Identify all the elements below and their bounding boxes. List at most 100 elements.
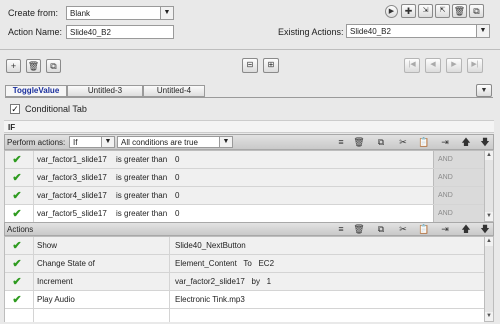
- condition-logic: AND: [433, 151, 487, 168]
- existing-actions-value: Slide40_B2: [350, 27, 391, 36]
- table-row-empty[interactable]: [5, 309, 487, 322]
- action-type: Change State of: [37, 259, 95, 268]
- play-button[interactable]: ▶: [385, 5, 398, 18]
- duplicate-action-button[interactable]: ⧉: [469, 4, 484, 18]
- table-row[interactable]: ✔ var_factor4_slide17 is greater than 0 …: [5, 187, 487, 205]
- action-type: Show: [37, 241, 58, 250]
- cut-icon[interactable]: ✂: [397, 136, 409, 148]
- condition-logic-select[interactable]: All conditions are true ▼: [117, 136, 233, 148]
- table-row[interactable]: ✔ Increment var_factor2_slide17 by 1: [5, 273, 487, 291]
- condition-logic: AND: [433, 187, 487, 204]
- trash-icon[interactable]: 🗑: [353, 223, 365, 235]
- save-icon: ⊞: [267, 60, 275, 69]
- paste-icon[interactable]: 📋: [418, 223, 430, 235]
- indent-icon[interactable]: ⇥: [439, 136, 451, 148]
- condition-variable: var_factor3_slide17: [37, 173, 107, 182]
- previous-icon: ◀: [430, 61, 436, 68]
- action-name-field[interactable]: Slide40_B2: [66, 25, 174, 39]
- divider: [33, 255, 34, 272]
- add-decision-button[interactable]: +: [6, 59, 21, 73]
- last-icon: ▶|: [471, 61, 479, 68]
- chevron-down-icon: ▼: [480, 87, 488, 94]
- tab-untitled-4[interactable]: Untitled-4: [143, 85, 205, 97]
- tab-untitled-3[interactable]: Untitled-3: [67, 85, 143, 97]
- checkmark-icon[interactable]: ✔: [10, 153, 24, 167]
- tabs-menu-button[interactable]: ▼: [476, 84, 492, 97]
- indent-icon[interactable]: ⇥: [439, 223, 451, 235]
- table-row[interactable]: ✔ var_factor1_slide17 is greater than 0 …: [5, 151, 487, 169]
- scroll-down-icon[interactable]: ▼: [485, 312, 493, 321]
- export-button[interactable]: ⇱: [435, 4, 450, 18]
- chevron-down-icon: ▼: [160, 7, 173, 19]
- divider: [33, 291, 34, 308]
- insert-row-icon[interactable]: ≡: [335, 136, 347, 148]
- conditions-toolbar: Perform actions: If ▼ All conditions are…: [4, 134, 494, 150]
- checkmark-icon[interactable]: ✔: [10, 171, 24, 185]
- previous-button[interactable]: ◀: [425, 58, 441, 73]
- play-icon: ▶: [388, 8, 395, 15]
- condition-variable: var_factor4_slide17: [37, 191, 107, 200]
- copy-icon[interactable]: ⧉: [375, 223, 387, 235]
- perform-mode-select[interactable]: If ▼: [69, 136, 115, 148]
- move-up-icon[interactable]: 🡅: [460, 136, 472, 148]
- scroll-down-icon[interactable]: ▼: [485, 212, 493, 221]
- table-row[interactable]: ✔ Change State of Element_Content To EC2: [5, 255, 487, 273]
- actions-label: Actions: [7, 225, 34, 234]
- export-icon: ⇱: [439, 7, 446, 14]
- scroll-up-icon[interactable]: ▲: [485, 151, 493, 160]
- import-template-button[interactable]: ⊟: [242, 58, 258, 73]
- duplicate-decision-button[interactable]: ⧉: [46, 59, 61, 73]
- checkmark-icon[interactable]: ✔: [10, 207, 24, 221]
- cut-icon[interactable]: ✂: [397, 223, 409, 235]
- divider: [33, 309, 34, 322]
- import-button[interactable]: ⇲: [418, 4, 433, 18]
- condition-variable: var_factor1_slide17: [37, 155, 107, 164]
- move-down-icon[interactable]: 🡇: [479, 136, 491, 148]
- divider: [33, 237, 34, 254]
- table-row[interactable]: ✔ var_factor3_slide17 is greater than 0 …: [5, 169, 487, 187]
- first-icon: |◀: [408, 61, 416, 68]
- tab-togglevalue[interactable]: ToggleValue: [5, 85, 67, 97]
- export-template-button[interactable]: ⊞: [263, 58, 279, 73]
- condition-logic-value: All conditions are true: [121, 138, 198, 147]
- table-row[interactable]: ✔ Play Audio Electronic Tink.mp3: [5, 291, 487, 309]
- checkmark-icon: ✓: [11, 104, 19, 114]
- perform-mode-value: If: [73, 138, 78, 147]
- table-row[interactable]: ✔ var_factor5_slide17 is greater than 0 …: [5, 205, 487, 223]
- add-action-button[interactable]: ✚: [401, 4, 416, 18]
- conditional-tab-checkbox[interactable]: ✓: [10, 104, 20, 114]
- delete-decision-button[interactable]: 🗑: [26, 59, 41, 73]
- checkmark-icon[interactable]: ✔: [10, 239, 24, 253]
- condition-operator: is greater than: [116, 191, 168, 200]
- copy-icon[interactable]: ⧉: [375, 136, 387, 148]
- divider: [169, 291, 170, 308]
- duplicate-icon: ⧉: [50, 61, 57, 71]
- action-type: Increment: [37, 277, 73, 286]
- condition-value: 0: [175, 191, 180, 200]
- paste-icon[interactable]: 📋: [418, 136, 430, 148]
- move-down-icon[interactable]: 🡇: [479, 223, 491, 235]
- checkmark-icon[interactable]: ✔: [10, 257, 24, 271]
- actions-scrollbar[interactable]: ▲ ▼: [484, 236, 494, 322]
- checkmark-icon[interactable]: ✔: [10, 293, 24, 307]
- checkmark-icon[interactable]: ✔: [10, 275, 24, 289]
- conditions-grid: ✔ var_factor1_slide17 is greater than 0 …: [4, 150, 488, 223]
- conditions-scrollbar[interactable]: ▲ ▼: [484, 150, 494, 222]
- create-from-select[interactable]: Blank ▼: [66, 6, 174, 20]
- scroll-up-icon[interactable]: ▲: [485, 237, 493, 246]
- first-button[interactable]: |◀: [404, 58, 420, 73]
- chevron-down-icon: ▼: [101, 137, 114, 147]
- condition-logic: AND: [433, 169, 487, 186]
- move-up-icon[interactable]: 🡅: [460, 223, 472, 235]
- condition-value: 0: [175, 209, 180, 218]
- table-row[interactable]: ✔ Show Slide40_NextButton: [5, 237, 487, 255]
- delete-action-button[interactable]: 🗑: [452, 4, 467, 18]
- action-name-label: Action Name:: [8, 27, 63, 37]
- last-button[interactable]: ▶|: [467, 58, 483, 73]
- existing-actions-select[interactable]: Slide40_B2 ▼: [346, 24, 490, 38]
- trash-icon[interactable]: 🗑: [353, 136, 365, 148]
- insert-row-icon[interactable]: ≡: [335, 223, 347, 235]
- next-button[interactable]: ▶: [446, 58, 462, 73]
- checkmark-icon[interactable]: ✔: [10, 189, 24, 203]
- plus-icon: ✚: [404, 6, 413, 16]
